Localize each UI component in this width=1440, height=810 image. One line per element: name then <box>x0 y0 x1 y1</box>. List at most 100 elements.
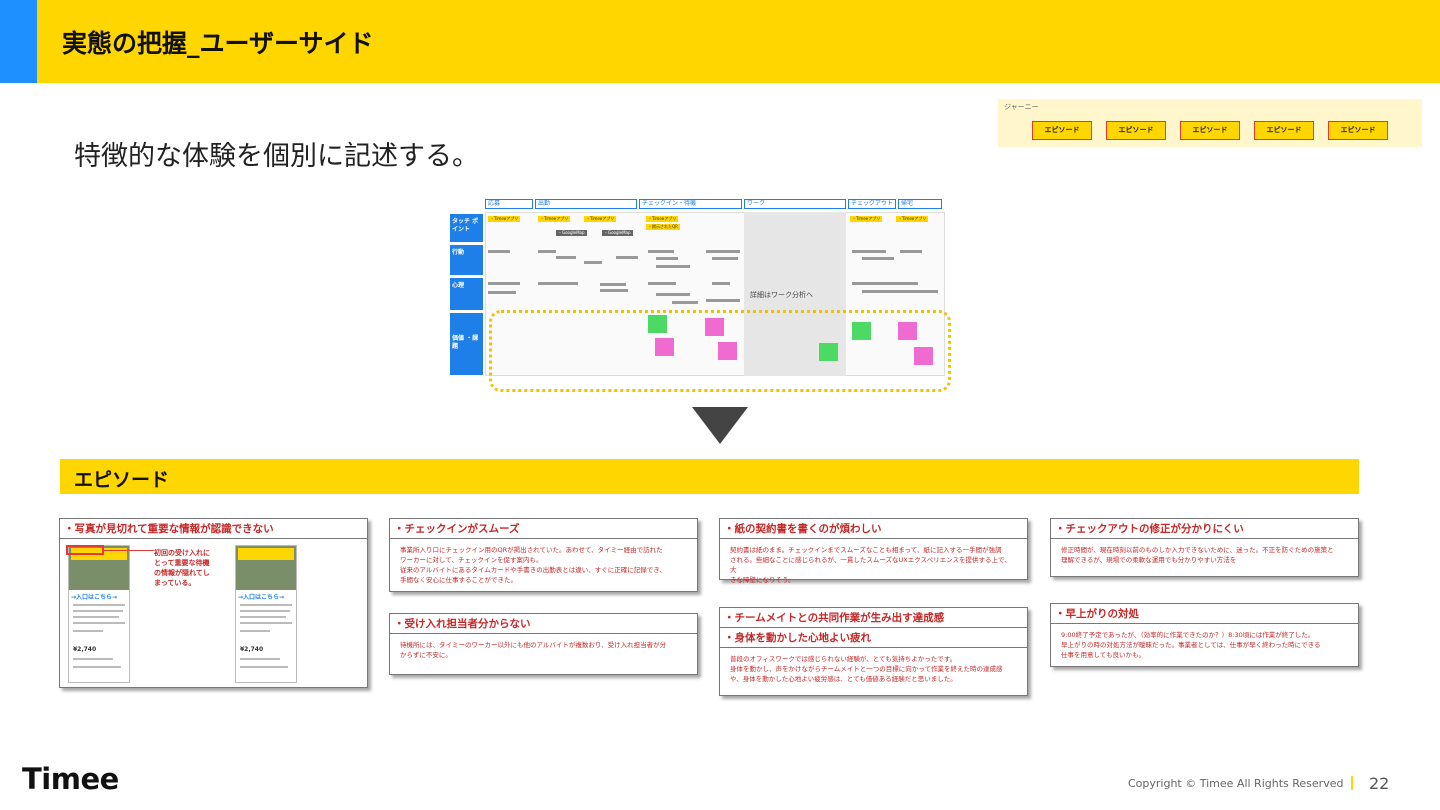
card-title: ・チェックアウトの修正が分かりにくい <box>1051 519 1358 539</box>
card-body: 事業所入り口にチェックイン用のQRが掲出されていた。あわせて、タイミー経由で訪れ… <box>390 539 697 591</box>
copyright: Copyright © Timee All Rights Reserved <box>1128 777 1344 790</box>
touchpoint-tag: ・Timeeアプリ <box>538 216 571 222</box>
card-body: 契約書は紙のまま。チェックインまでスムーズなことも相まって、紙に記入する一手間が… <box>720 539 1027 591</box>
body-line: 理解できるが、現場での柔軟な運用でも分かりやすい方法を <box>1061 556 1237 564</box>
phase-header: ワーク <box>744 199 846 209</box>
phone-price: ¥2,740 <box>240 646 264 653</box>
card-title: ・早上がりの対処 <box>1051 604 1358 624</box>
header-accent <box>0 0 37 83</box>
episode-box: エピソード <box>1106 121 1166 140</box>
phone-text <box>73 630 103 632</box>
phase-header: 出勤 <box>535 199 637 209</box>
body-line: からずに不安に。 <box>400 651 452 659</box>
action-text <box>862 257 894 260</box>
episode-box: エピソード <box>1254 121 1314 140</box>
emotion-text <box>488 291 516 294</box>
action-text <box>648 250 674 253</box>
section-title: エピソード <box>74 469 170 491</box>
row-label: 心理 <box>450 278 483 310</box>
episode-box: エピソード <box>1032 121 1092 140</box>
phone-text <box>73 616 119 618</box>
phase-header: チェックイン・待機 <box>639 199 742 209</box>
touchpoint-tag: ・Timeeアプリ <box>850 216 883 222</box>
annotation-line: の情報が隠れてし <box>154 569 210 577</box>
episode-box: エピソード <box>1180 121 1240 140</box>
phone-text <box>73 604 125 606</box>
annotation-line: 初回の受け入れに <box>154 549 210 557</box>
phone-price: ¥2,740 <box>73 646 97 653</box>
body-line: 仕事を用意しても良いかも。 <box>1061 651 1145 659</box>
card-body: 普段のオフィスワークでは感じられない経験が、とても気持ちよかったです。 身体を動… <box>720 648 1027 690</box>
body-line: 待機所には、タイミーのワーカー以外にも他のアルバイトが複数おり、受け入れ担当者が… <box>400 641 667 649</box>
body-line: 手間なく安心に仕事することができた。 <box>400 576 517 584</box>
body-line: 事業所入り口にチェックイン用のQRが掲出されていた。あわせて、タイミー経由で訪れ… <box>400 546 663 554</box>
action-text <box>656 257 678 260</box>
timee-logo: Timee <box>22 762 119 796</box>
body-line: 身体を動かし、声をかけながらチームメイトと一つの目標に向かって作業を終えた時の達… <box>730 665 1003 673</box>
phone-screenshot: →入口はこちら→ ¥2,740 <box>235 545 297 683</box>
episode-card-early: ・早上がりの対処 9:00終了予定であったが、（効率的に作業できたのか？）8:3… <box>1050 603 1359 667</box>
emotion-text <box>706 299 740 302</box>
phone-text <box>240 666 288 668</box>
touchpoint-tag: ・Timeeアプリ <box>584 216 617 222</box>
row-label: 価値 ・課題 <box>450 313 483 375</box>
action-text <box>538 250 556 253</box>
phone-text <box>240 630 270 632</box>
section-bar: エピソード <box>60 459 1359 494</box>
episode-card-photo: ・写真が見切れて重要な情報が認識できない →入口はこちら→ ¥2,740 →入口… <box>59 518 368 688</box>
emotion-text <box>852 282 918 285</box>
body-line: 契約書は紙のまま。チェックインまでスムーズなことも相まって、紙に記入する一手間が… <box>730 546 1002 554</box>
card-title: ・チームメイトとの共同作業が生み出す達成感 <box>720 608 1027 628</box>
episode-card-contact: ・受け入れ担当者分からない 待機所には、タイミーのワーカー以外にも他のアルバイト… <box>389 613 698 675</box>
phone-text <box>73 658 113 660</box>
action-text <box>712 257 738 260</box>
card-body: 修正時間が、現在時刻以前のものしか入力できないために、迷った。不正を防ぐための施… <box>1051 539 1358 571</box>
action-text <box>656 265 690 268</box>
phase-header: 帰宅 <box>898 199 942 209</box>
journey-label: ジャーニー <box>1004 103 1039 111</box>
footer-separator <box>1351 776 1353 790</box>
emotion-text <box>862 290 938 293</box>
phone-enter-text: →入口はこちら→ <box>238 594 285 601</box>
phone-text <box>73 666 121 668</box>
body-line: ワーカーに対して、チェックインを促す案内も。 <box>400 556 543 564</box>
phase-header: 応募 <box>485 199 533 209</box>
phone-text <box>240 610 290 612</box>
emotion-text <box>600 283 626 286</box>
phone-text <box>73 610 123 612</box>
phone-enter-text: →入口はこちら→ <box>71 594 118 601</box>
episode-box: エピソード <box>1328 121 1388 140</box>
action-text <box>706 250 740 253</box>
page-number: 22 <box>1369 774 1390 793</box>
touchpoint-tag: ・掲示されたQR <box>646 224 680 230</box>
emotion-text <box>648 282 676 285</box>
episode-card-checkout: ・チェックアウトの修正が分かりにくい 修正時間が、現在時刻以前のものしか入力でき… <box>1050 518 1359 577</box>
card-title: ・紙の契約書を書くのが煩わしい <box>720 519 1027 539</box>
touchpoint-tag: ・GoogleMap <box>602 230 633 236</box>
emotion-text <box>488 282 520 285</box>
body-line: 9:00終了予定であったが、（効率的に作業できたのか？）8:30頃には作業が終了… <box>1061 631 1315 639</box>
body-line: や、身体を動かした心地よい疲労感は、とても価値ある経験だと思いました。 <box>730 675 957 683</box>
row-label: 行動 <box>450 245 483 275</box>
touchpoint-tag: ・Timeeアプリ <box>488 216 521 222</box>
body-line: 早上がりの時の対処方法が曖昧だった。事業者としては、仕事が早く終わった時にできる <box>1061 641 1321 649</box>
annotation-line: とって重要な待機 <box>154 559 210 567</box>
card-body: 待機所には、タイミーのワーカー以外にも他のアルバイトが複数おり、受け入れ担当者が… <box>390 634 697 666</box>
down-arrow-icon <box>692 407 748 444</box>
emotion-text <box>712 282 730 285</box>
highlight-outline <box>489 310 951 392</box>
phone-screenshot: →入口はこちら→ ¥2,740 <box>68 545 130 683</box>
action-text <box>584 261 602 264</box>
touchpoint-tag: ・Timeeアプリ <box>896 216 929 222</box>
phone-text <box>240 622 292 624</box>
touchpoint-tag: ・GoogleMap <box>556 230 587 236</box>
emotion-text <box>656 293 690 296</box>
card-title: ・受け入れ担当者分からない <box>390 614 697 634</box>
highlight-box <box>66 545 104 555</box>
journey-legend: ジャーニー エピソード エピソード エピソード エピソード エピソード <box>998 99 1422 147</box>
action-text <box>852 250 886 253</box>
action-text <box>900 250 922 253</box>
emotion-text <box>538 282 578 285</box>
episode-card-team: ・チームメイトとの共同作業が生み出す達成感 ・身体を動かした心地よい疲れ 普段の… <box>719 607 1028 696</box>
card-title-secondary: ・身体を動かした心地よい疲れ <box>720 628 1027 648</box>
